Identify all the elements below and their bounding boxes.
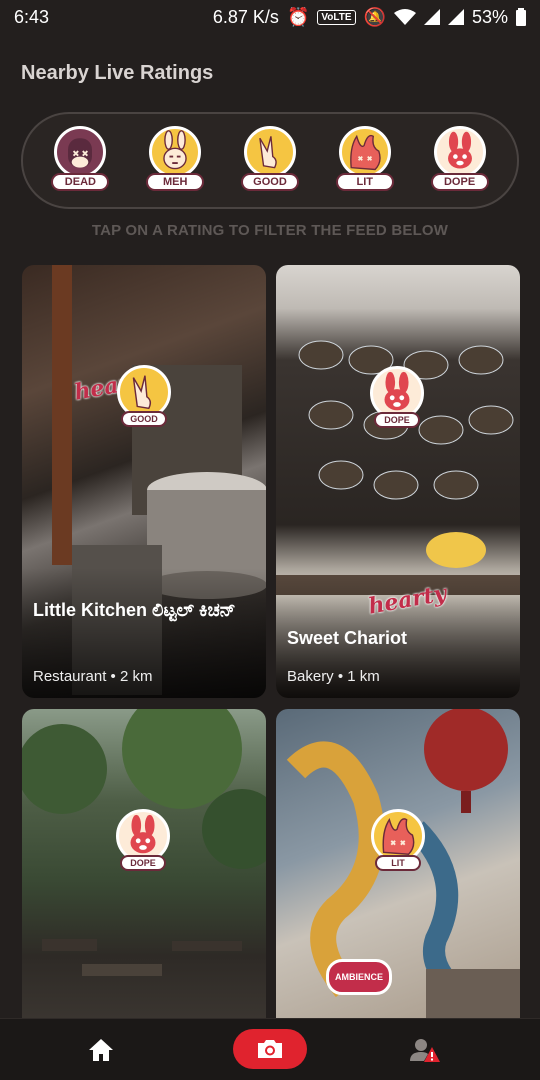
rating-label: MEH [146,172,205,191]
mute-icon: 🔕 [363,6,386,27]
rating-badge-label: DOPE [374,412,420,428]
dope-bunny-icon [433,125,486,178]
filter-hint: TAP ON A RATING TO FILTER THE FEED BELOW [91,222,449,239]
rating-dope-button[interactable]: DOPE [429,125,491,196]
rating-label: DEAD [51,172,110,191]
rating-meh-button[interactable]: MEH [144,125,206,196]
home-icon[interactable] [88,1037,114,1063]
rating-badge-lit: LIT [371,809,425,871]
rating-badge-good: GOOD [117,365,171,427]
rating-badge-label: GOOD [121,411,167,427]
lit-bunny-icon [338,125,391,178]
place-meta: Restaurant • 2 km [33,668,153,685]
feed-card[interactable]: DOPE hearty Sweet Chariot Bakery • 1 km [276,265,520,698]
feed-card[interactable]: DOPE [22,709,266,1018]
signal-icon [423,9,440,25]
wifi-icon [393,9,416,25]
place-name: Little Kitchen ಲಿಟ್ಟಲ್ ಕಿಚನ್ [33,600,236,620]
signal-icon-2 [447,9,464,25]
place-meta: Bakery • 1 km [287,668,380,685]
rating-dead-button[interactable]: DEAD [49,125,111,196]
volte-badge: VoLTE [317,9,356,25]
meh-bunny-icon [149,125,202,178]
rating-badge-dope: DOPE [370,366,424,428]
camera-icon [258,1040,282,1058]
rating-lit-button[interactable]: LIT [334,125,396,196]
feed-card[interactable]: LIT AMBIENCE [276,709,520,1018]
rating-label: LIT [335,172,394,191]
place-name: Sweet Chariot [287,628,408,648]
ambience-sticker: AMBIENCE [326,959,392,995]
dead-bunny-icon [54,125,107,178]
alarm-icon: ⏰ [286,6,310,27]
rating-badge-label: LIT [375,855,421,871]
battery-icon [516,8,526,26]
page-title: Nearby Live Ratings [21,62,214,84]
rating-badge-dope: DOPE [116,809,170,871]
status-bar: 6:43 6.87 K/s ⏰ VoLTE 🔕 53% [0,0,540,34]
battery-level: 53% [471,6,508,27]
network-speed: 6.87 K/s [212,6,279,27]
profile-alert-icon[interactable] [410,1035,440,1065]
rating-label: DOPE [430,172,489,191]
rating-filter-bar: DEAD MEH GOOD LIT DOPE [21,112,519,209]
feed-card[interactable]: hearty GOOD Little Kitchen ಲಿಟ್ಟಲ್ ಕಿಚನ್… [22,265,266,698]
rating-good-button[interactable]: GOOD [239,125,301,196]
rating-label: GOOD [240,172,299,191]
camera-button[interactable] [233,1029,307,1069]
rating-badge-label: DOPE [120,855,166,871]
good-bunny-icon [243,125,296,178]
status-time: 6:43 [14,6,50,27]
bottom-nav [0,1018,540,1080]
